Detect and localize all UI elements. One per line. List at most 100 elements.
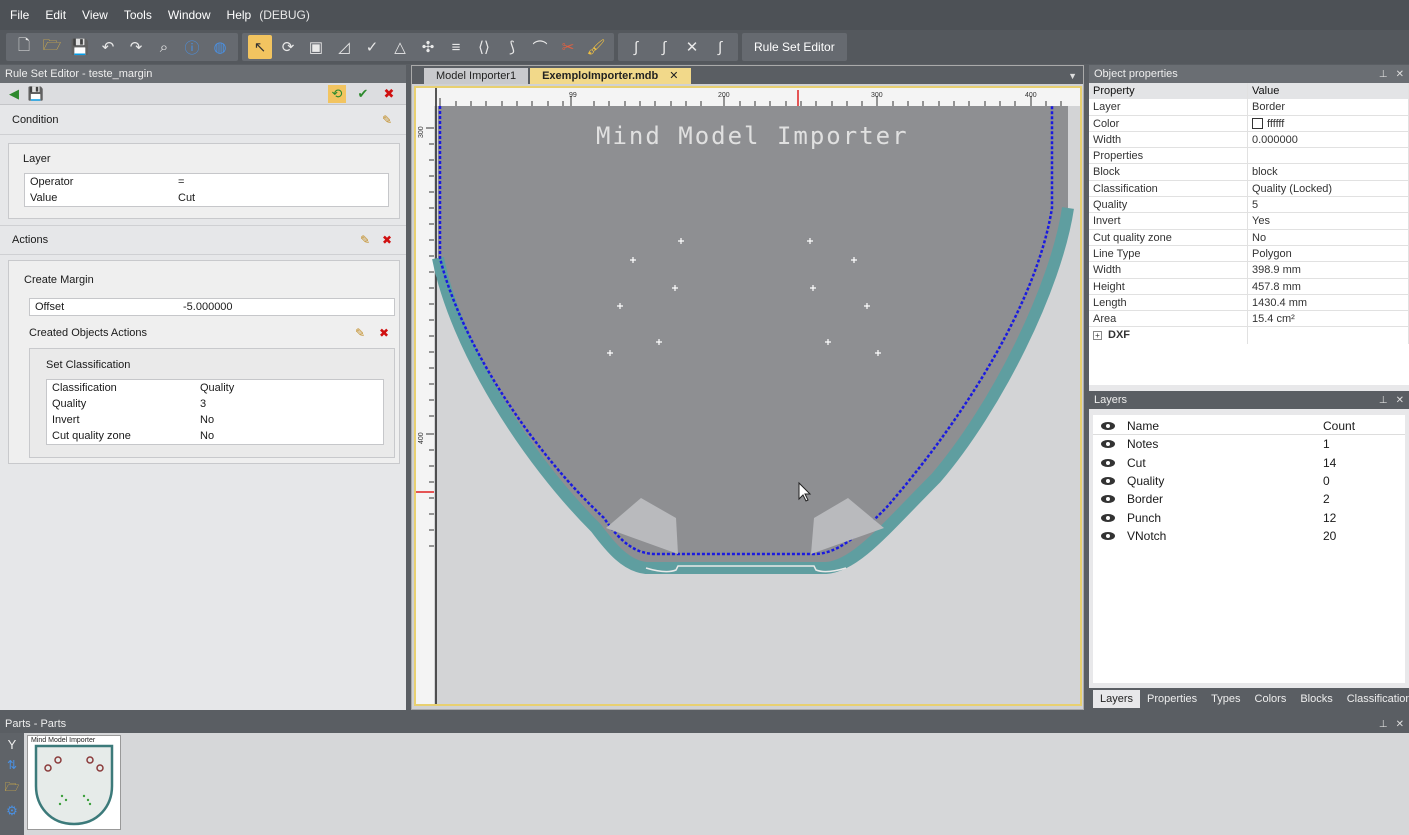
property-row[interactable]: Area 15.4 cm² (1089, 311, 1409, 328)
triangle-icon[interactable]: △ (388, 35, 412, 59)
property-value[interactable]: 398.9 mm (1248, 262, 1409, 279)
dxf-row[interactable]: + DXF (1089, 327, 1409, 344)
property-value[interactable]: 1430.4 mm (1248, 294, 1409, 311)
settings-icon[interactable]: ⚙ (0, 803, 24, 819)
add-action-icon[interactable]: ✎ (358, 233, 372, 247)
layer-row-notes[interactable]: Notes 1 (1093, 435, 1405, 453)
tab-dropdown-icon[interactable]: ▼ (1068, 68, 1077, 84)
layer-row-cut[interactable]: Cut 14 (1093, 454, 1405, 472)
layers-close-icon[interactable]: ✕ (1396, 395, 1404, 406)
add-condition-icon[interactable]: ✎ (380, 113, 394, 127)
zoom-icon[interactable]: ⌕ (152, 35, 176, 59)
undo-icon[interactable]: ↶ (96, 35, 120, 59)
drawing-canvas[interactable]: 99 200 300 400 300 400 Mind Model Import… (414, 86, 1082, 706)
delete-action-icon[interactable]: ✖ (380, 233, 394, 247)
measure-icon[interactable]: ◿ (332, 35, 356, 59)
property-row[interactable]: Width 398.9 mm (1089, 262, 1409, 279)
property-value[interactable]: 15.4 cm² (1248, 311, 1409, 328)
layers-pin-icon[interactable]: ⊥ (1379, 395, 1388, 406)
invert-value[interactable]: No (195, 412, 383, 428)
property-value[interactable]: Quality (Locked) (1248, 180, 1409, 197)
check-tool-icon[interactable]: ✓ (360, 35, 384, 59)
tab-colors[interactable]: Colors (1248, 690, 1294, 708)
brush-icon[interactable]: 🖌 (584, 35, 608, 59)
tab-layers[interactable]: Layers (1093, 690, 1141, 708)
property-value[interactable]: 457.8 mm (1248, 278, 1409, 295)
filter-icon[interactable]: Y (0, 737, 24, 752)
property-value[interactable]: ffffff (1248, 115, 1409, 132)
curve3-icon[interactable]: ∫ (708, 35, 732, 59)
tab-properties[interactable]: Properties (1140, 690, 1204, 708)
quality-value[interactable]: 3 (195, 396, 383, 412)
property-value[interactable] (1248, 148, 1409, 165)
property-value[interactable]: 5 (1248, 197, 1409, 214)
property-row[interactable]: Quality 5 (1089, 197, 1409, 214)
close-tab-icon[interactable]: ✕ (669, 70, 678, 82)
tab-model-importer1[interactable]: Model Importer1 (424, 68, 529, 84)
tab-blocks[interactable]: Blocks (1293, 690, 1339, 708)
eye-icon[interactable] (1101, 440, 1115, 449)
property-row[interactable]: Invert Yes (1089, 213, 1409, 230)
property-row[interactable]: Width 0.000000 (1089, 131, 1409, 149)
rotate-icon[interactable]: ⟳ (276, 35, 300, 59)
node-icon[interactable]: ✣ (416, 35, 440, 59)
dxf-group[interactable]: + DXF (1089, 327, 1248, 344)
layer-row-border[interactable]: Border 2 (1093, 490, 1405, 508)
cross-curve-icon[interactable]: ✕ (680, 35, 704, 59)
property-value[interactable]: Yes (1248, 213, 1409, 230)
sort-icon[interactable]: ⇅ (0, 758, 24, 772)
select-pointer-icon[interactable]: ↖ (248, 35, 272, 59)
expand-plus-icon[interactable]: + (1093, 331, 1102, 341)
layer-row-punch[interactable]: Punch 12 (1093, 508, 1405, 526)
trim-icon[interactable]: ✂ (556, 35, 580, 59)
property-row[interactable]: Cut quality zone No (1089, 229, 1409, 246)
menu-file[interactable]: File (10, 8, 29, 22)
tab-types[interactable]: Types (1204, 690, 1247, 708)
rule-set-editor-button[interactable]: Rule Set Editor (746, 40, 843, 54)
property-value[interactable]: Polygon (1248, 245, 1409, 262)
property-row[interactable]: Line Type Polygon (1089, 245, 1409, 263)
parts-close-icon[interactable]: ✕ (1396, 719, 1404, 730)
save-icon[interactable]: 💾 (68, 35, 92, 59)
delete-created-action-icon[interactable]: ✖ (377, 326, 391, 340)
classification-value[interactable]: Quality (195, 380, 383, 396)
property-row[interactable]: Classification Quality (Locked) (1089, 180, 1409, 198)
eye-icon[interactable] (1101, 458, 1115, 467)
eye-icon[interactable] (1101, 495, 1115, 504)
part-thumbnail[interactable]: Mind Model Importer (27, 735, 121, 830)
eye-icon[interactable] (1101, 531, 1115, 540)
frame-icon[interactable]: ▣ (304, 35, 328, 59)
layer-row-quality[interactable]: Quality 0 (1093, 472, 1405, 490)
close-panel-icon[interactable]: ✕ (1396, 69, 1404, 80)
property-row[interactable]: Color ffffff (1089, 115, 1409, 132)
property-row[interactable]: Height 457.8 mm (1089, 278, 1409, 295)
refresh-icon[interactable]: ⟲ (328, 84, 346, 103)
align-icon[interactable]: ≡ (444, 35, 468, 59)
pin-icon[interactable]: ⊥ (1379, 69, 1388, 80)
cut-quality-zone-value[interactable]: No (195, 428, 383, 444)
open-folder-icon[interactable]: 🗁 (40, 35, 64, 59)
apply-check-icon[interactable]: ✔ (354, 85, 372, 103)
cancel-x-icon[interactable]: ✖ (380, 85, 398, 103)
eye-icon[interactable] (1101, 513, 1115, 522)
tab-classification[interactable]: Classification (1340, 690, 1409, 708)
arc-icon[interactable]: ⌒ (528, 35, 552, 59)
back-arrow-icon[interactable]: ◀ (5, 85, 23, 103)
menu-help[interactable]: Help (227, 8, 252, 22)
menu-window[interactable]: Window (168, 8, 211, 22)
property-row[interactable]: Length 1430.4 mm (1089, 294, 1409, 312)
save-rule-icon[interactable]: 💾 (27, 85, 45, 103)
new-file-icon[interactable]: 🗋 (12, 35, 36, 59)
color-swatch[interactable] (1252, 118, 1263, 130)
menu-view[interactable]: View (82, 8, 108, 22)
redo-icon[interactable]: ↷ (124, 35, 148, 59)
menu-tools[interactable]: Tools (124, 8, 152, 22)
property-value[interactable]: 0.000000 (1248, 131, 1409, 148)
curve1-icon[interactable]: ∫ (624, 35, 648, 59)
help-icon[interactable]: ⓘ (180, 35, 204, 59)
bracket-icon[interactable]: ⟨⟩ (472, 35, 496, 59)
offset-value[interactable]: -5.000000 (178, 299, 394, 315)
property-row[interactable]: Layer Border (1089, 99, 1409, 116)
property-value[interactable]: No (1248, 229, 1409, 246)
eye-icon[interactable] (1101, 421, 1115, 430)
